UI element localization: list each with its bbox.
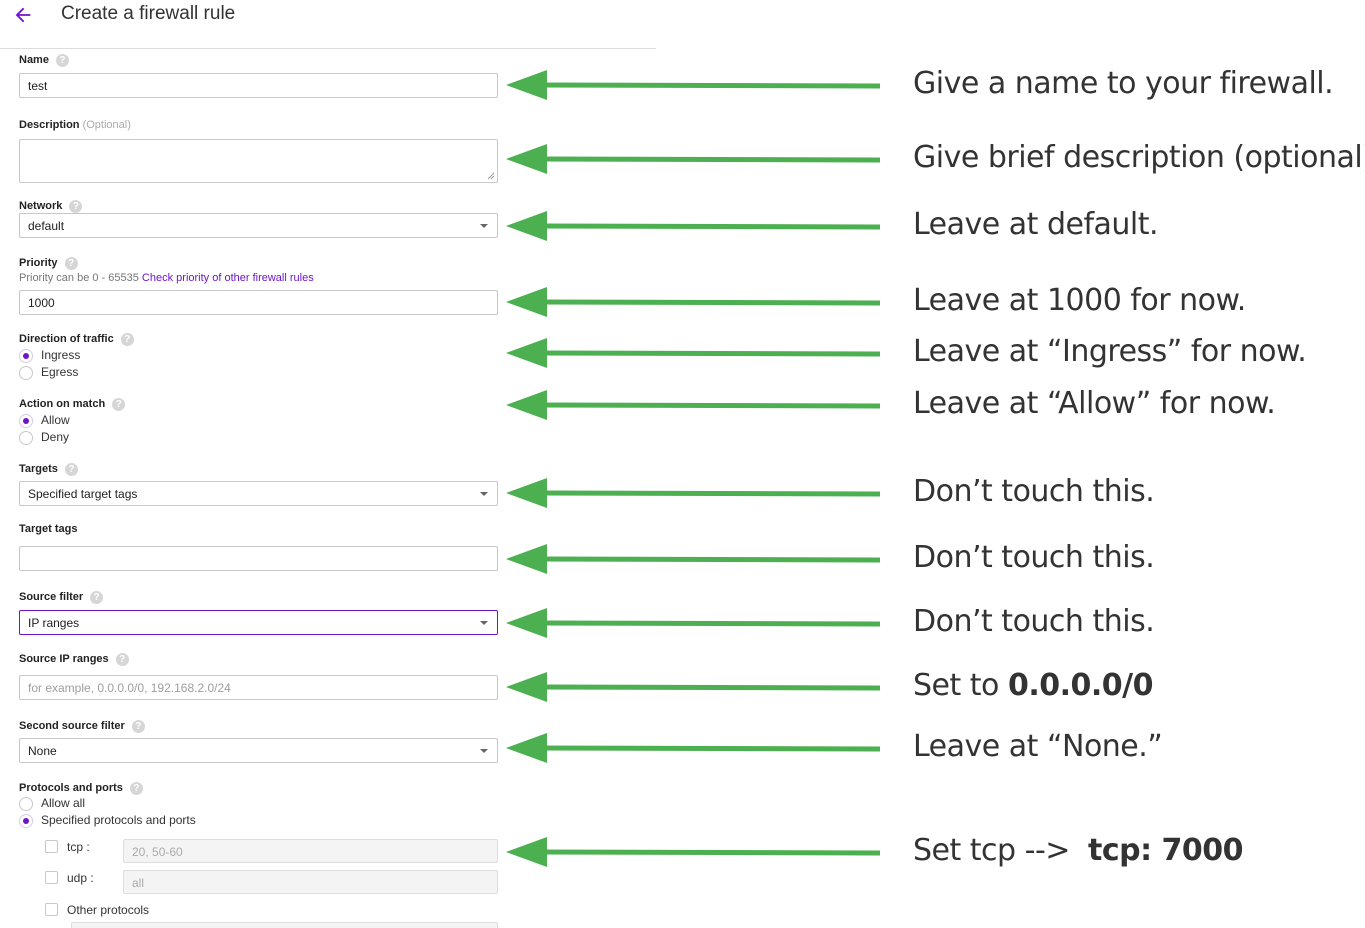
note-source-ip-value: 0.0.0.0/0: [1007, 668, 1154, 703]
note-targets: Don’t touch this.: [913, 474, 1155, 509]
note-priority: Leave at 1000 for now.: [913, 283, 1246, 318]
arrow-tcp: [506, 837, 881, 867]
udp-ports-input[interactable]: all: [123, 870, 498, 894]
note-tcp-value: tcp: 7000: [1088, 833, 1244, 868]
priority-input[interactable]: 1000: [19, 290, 498, 315]
help-icon[interactable]: ?: [69, 200, 83, 213]
arrow-source-filter: [506, 608, 881, 638]
name-input[interactable]: test: [19, 73, 498, 98]
chevron-down-icon: [480, 749, 488, 753]
tcp-ports-input[interactable]: 20, 50-60: [123, 839, 498, 863]
note-tcp: Set tcp --> tcp: 7000: [913, 833, 1244, 868]
note-source-ip: Set to 0.0.0.0/0: [913, 668, 1153, 703]
help-icon[interactable]: ?: [112, 398, 126, 411]
target-tags-label: Target tags: [19, 523, 78, 535]
arrow-priority: [506, 287, 881, 317]
priority-label: Priority?: [19, 257, 78, 270]
check-priority-link[interactable]: Check priority of other firewall rules: [142, 272, 314, 284]
help-icon[interactable]: ?: [55, 54, 69, 67]
description-textarea[interactable]: [19, 139, 498, 183]
page-header: Create a firewall rule: [0, 0, 656, 49]
second-source-filter-label: Second source filter?: [19, 720, 145, 733]
source-filter-value: IP ranges: [28, 616, 80, 630]
protocols-label: Protocols and ports?: [19, 782, 143, 795]
priority-hint: Priority can be 0 - 65535 Check priority…: [19, 272, 314, 284]
note-source-filter: Don’t touch this.: [913, 604, 1155, 639]
arrow-targets: [506, 478, 881, 508]
arrow-network: [506, 211, 881, 241]
arrow-source-ip: [506, 672, 881, 702]
source-ip-ranges-input[interactable]: for example, 0.0.0.0/0, 192.168.2.0/24: [19, 675, 498, 700]
source-filter-select[interactable]: IP ranges: [19, 610, 498, 635]
note-network: Leave at default.: [913, 207, 1159, 242]
help-icon[interactable]: ?: [64, 257, 78, 270]
source-filter-label: Source filter?: [19, 591, 104, 604]
note-target-tags: Don’t touch this.: [913, 540, 1155, 575]
network-select[interactable]: default: [19, 213, 498, 238]
help-icon[interactable]: ?: [64, 463, 78, 476]
second-source-filter-value: None: [28, 744, 57, 758]
help-icon[interactable]: ?: [131, 720, 145, 733]
action-label: Action on match?: [19, 398, 126, 411]
targets-select[interactable]: Specified target tags: [19, 481, 498, 506]
optional-tag: (Optional): [82, 119, 131, 131]
arrow-name: [506, 70, 881, 100]
resize-handle-icon[interactable]: [487, 172, 495, 180]
note-name: Give a name to your firewall.: [913, 66, 1334, 101]
description-label: Description (Optional): [19, 119, 131, 131]
help-icon[interactable]: ?: [90, 591, 104, 604]
arrow-second-source: [506, 733, 881, 763]
other-protocols-input[interactable]: [71, 922, 498, 928]
help-icon[interactable]: ?: [129, 782, 143, 795]
target-tags-input[interactable]: [19, 546, 498, 571]
chevron-down-icon: [480, 492, 488, 496]
arrow-action: [506, 390, 881, 420]
help-icon[interactable]: ?: [120, 333, 134, 346]
targets-value: Specified target tags: [28, 487, 138, 501]
page-title: Create a firewall rule: [61, 3, 236, 24]
targets-label: Targets?: [19, 463, 78, 476]
second-source-filter-select[interactable]: None: [19, 738, 498, 763]
note-action: Leave at “Allow” for now.: [913, 386, 1276, 421]
arrow-direction: [506, 338, 881, 368]
network-value: default: [28, 219, 65, 233]
arrow-left-icon[interactable]: [12, 4, 34, 26]
name-label: Name?: [19, 54, 69, 67]
note-description: Give brief description (optional).: [913, 140, 1365, 175]
chevron-down-icon: [480, 621, 488, 625]
direction-label: Direction of traffic?: [19, 333, 134, 346]
note-direction: Leave at “Ingress” for now.: [913, 334, 1307, 369]
arrow-description: [506, 144, 881, 174]
arrow-target-tags: [506, 544, 881, 574]
help-icon[interactable]: ?: [115, 653, 129, 666]
note-second-source: Leave at “None.”: [913, 729, 1163, 764]
chevron-down-icon: [480, 224, 488, 228]
network-label: Network?: [19, 200, 83, 213]
source-ip-ranges-label: Source IP ranges?: [19, 653, 129, 666]
